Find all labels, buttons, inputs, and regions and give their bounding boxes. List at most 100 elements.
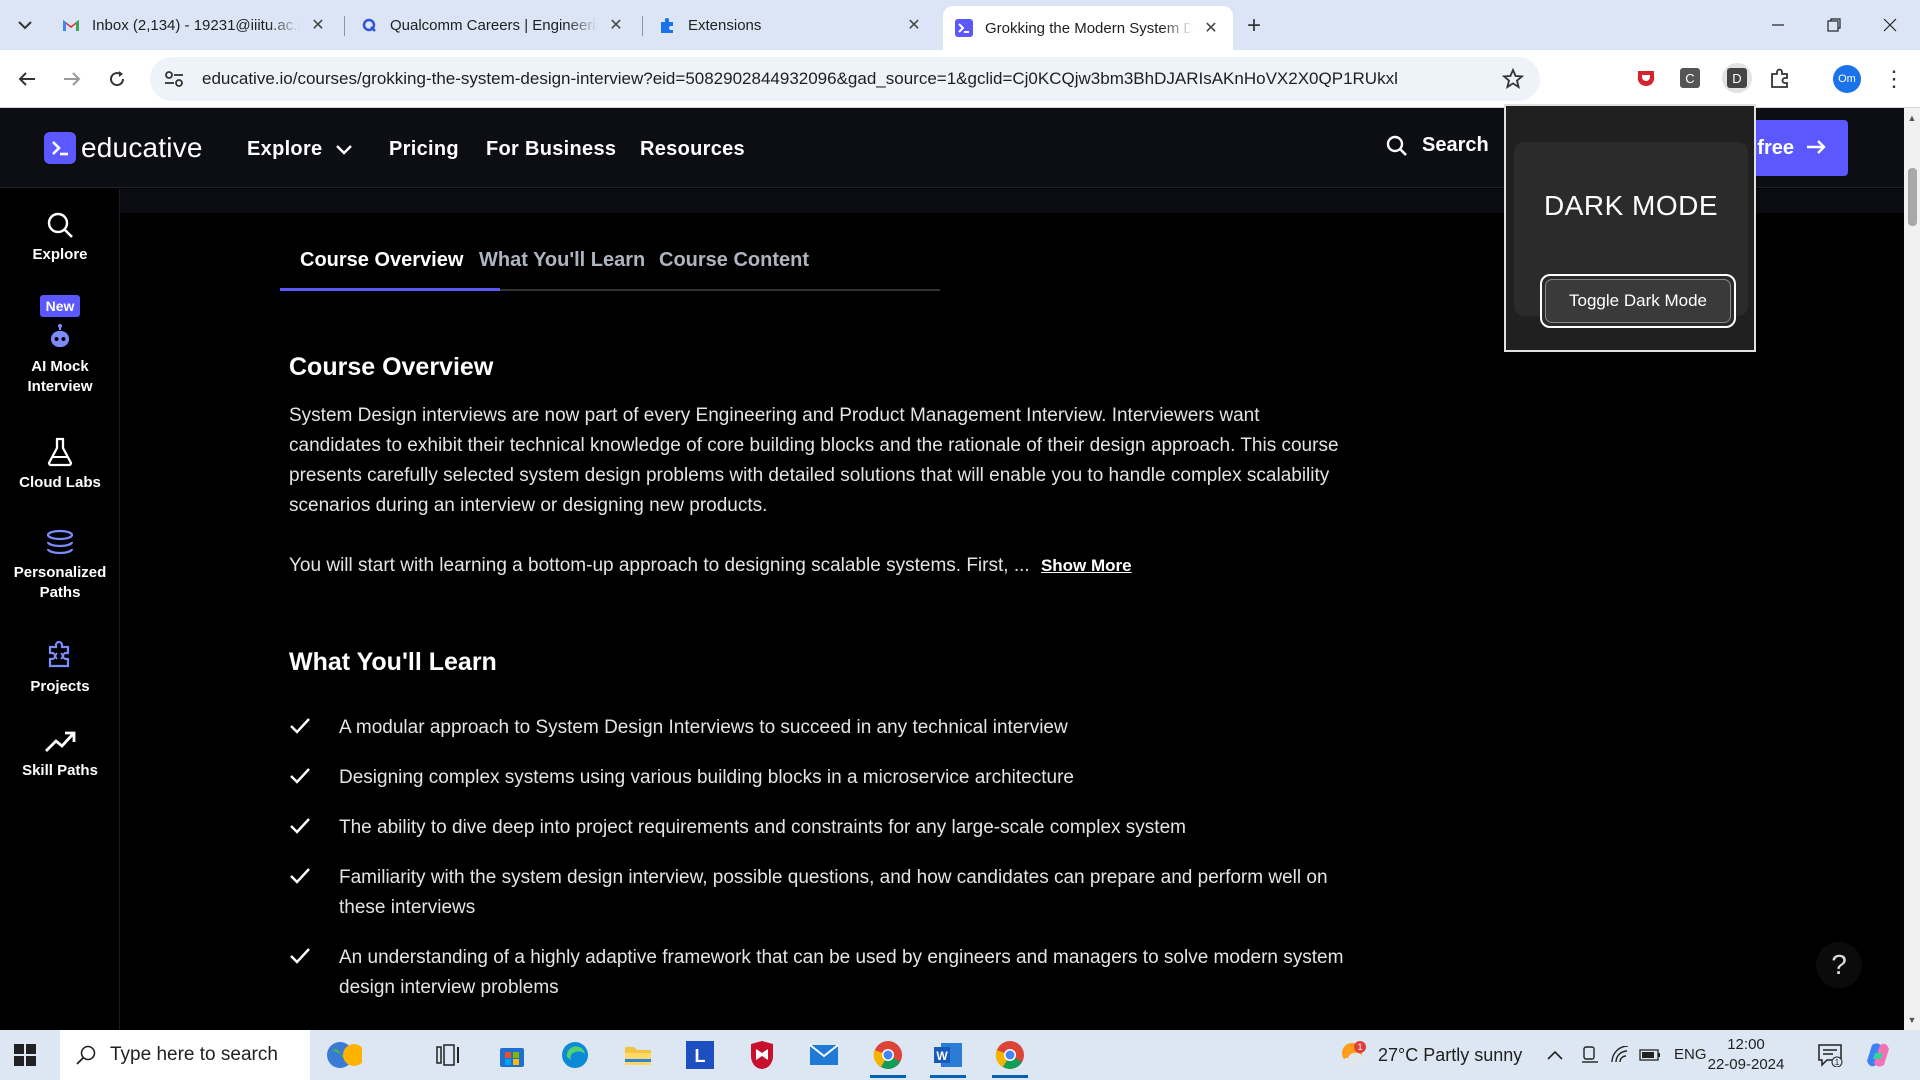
left-sidebar: Explore New AI Mock Interview Cloud Labs… bbox=[0, 189, 120, 1030]
browser-tab-educative[interactable]: Grokking the Modern System Design ✕ bbox=[943, 6, 1233, 50]
battery-icon[interactable] bbox=[1638, 1038, 1662, 1072]
minimize-button[interactable] bbox=[1758, 8, 1798, 42]
robot-icon bbox=[0, 323, 120, 351]
search-icon bbox=[0, 211, 120, 239]
svg-text:1: 1 bbox=[1357, 1042, 1362, 1052]
page-scrollbar[interactable]: ▲ ▼ bbox=[1904, 108, 1920, 1030]
tab-what-youll-learn[interactable]: What You'll Learn bbox=[479, 249, 645, 272]
taskbar-clock[interactable]: 12:00 22-09-2024 bbox=[1706, 1035, 1786, 1075]
list-item: A modular approach to System Design Inte… bbox=[289, 713, 1359, 743]
dark-mode-extension-popup: DARK MODE Toggle Dark Mode bbox=[1504, 104, 1756, 352]
mcafee-icon[interactable] bbox=[744, 1038, 780, 1072]
active-tab-indicator bbox=[280, 288, 500, 291]
d-extension-icon[interactable]: D bbox=[1722, 63, 1752, 93]
reload-button[interactable] bbox=[100, 62, 134, 96]
chrome-icon[interactable] bbox=[870, 1038, 906, 1078]
new-tab-button[interactable]: + bbox=[1240, 12, 1268, 40]
learn-list: A modular approach to System Design Inte… bbox=[289, 713, 1359, 1023]
learn-item-text: A modular approach to System Design Inte… bbox=[339, 717, 1068, 738]
sidebar-item-projects[interactable]: Projects bbox=[0, 639, 120, 697]
chrome-profile-icon[interactable] bbox=[992, 1038, 1028, 1078]
cta-label: free bbox=[1757, 136, 1794, 159]
learn-item-text: An understanding of a highly adaptive fr… bbox=[339, 947, 1344, 998]
forward-button[interactable] bbox=[55, 62, 89, 96]
weather-text[interactable]: 27°C Partly sunny bbox=[1378, 1045, 1522, 1066]
layers-icon bbox=[0, 529, 120, 557]
search-icon bbox=[1386, 135, 1408, 157]
sidebar-item-personalized-paths[interactable]: Personalized Paths bbox=[0, 529, 120, 603]
reload-icon bbox=[110, 71, 125, 87]
overview-paragraph-2-text: You will start with learning a bottom-up… bbox=[289, 555, 1030, 576]
edge-icon[interactable] bbox=[557, 1038, 593, 1072]
browser-toolbar: educative.io/courses/grokking-the-system… bbox=[0, 50, 1920, 108]
show-more-link[interactable]: Show More bbox=[1041, 556, 1132, 575]
browser-menu-icon[interactable]: ⋮ bbox=[1880, 65, 1908, 93]
overview-paragraph: System Design interviews are now part of… bbox=[289, 405, 1339, 516]
svg-text:1: 1 bbox=[1835, 1058, 1840, 1067]
c-extension-icon[interactable]: C bbox=[1677, 65, 1703, 91]
close-icon[interactable]: ✕ bbox=[904, 15, 924, 35]
site-settings-icon[interactable] bbox=[164, 70, 184, 88]
taskbar-search-placeholder: Type here to search bbox=[110, 1044, 278, 1065]
puzzle-icon bbox=[0, 639, 120, 671]
scroll-up-icon[interactable]: ▲ bbox=[1904, 110, 1920, 126]
bookmark-star-icon[interactable] bbox=[1501, 67, 1525, 95]
trend-icon bbox=[0, 729, 120, 755]
learn-item-text: The ability to dive deep into project re… bbox=[339, 817, 1186, 838]
restore-button[interactable] bbox=[1814, 8, 1854, 42]
sidebar-item-skill-paths[interactable]: Skill Paths bbox=[0, 729, 120, 781]
windows-start-button[interactable] bbox=[14, 1044, 36, 1071]
task-view-icon[interactable] bbox=[430, 1038, 466, 1072]
close-icon[interactable]: ✕ bbox=[1201, 18, 1221, 38]
puzzle-icon bbox=[658, 16, 676, 34]
meet-now-icon[interactable] bbox=[1578, 1038, 1602, 1072]
chevron-up-icon[interactable] bbox=[1543, 1038, 1567, 1072]
tab-course-content[interactable]: Course Content bbox=[659, 249, 809, 272]
news-weather-widget-icon[interactable] bbox=[326, 1038, 362, 1072]
language-indicator[interactable]: ENG bbox=[1674, 1046, 1707, 1063]
wifi-icon[interactable] bbox=[1608, 1038, 1632, 1072]
educative-logo[interactable]: educative bbox=[44, 132, 203, 164]
scrollbar-thumb[interactable] bbox=[1908, 168, 1917, 226]
back-button[interactable] bbox=[10, 62, 44, 96]
taskbar-search-box[interactable]: Type here to search bbox=[60, 1030, 310, 1080]
tab-title: Grokking the Modern System Design bbox=[985, 19, 1193, 37]
scroll-down-icon[interactable]: ▼ bbox=[1904, 1012, 1920, 1028]
word-icon[interactable]: W bbox=[930, 1038, 966, 1078]
sidebar-item-cloud-labs[interactable]: Cloud Labs bbox=[0, 437, 120, 493]
svg-text:C: C bbox=[1685, 71, 1694, 86]
profile-avatar[interactable]: Om bbox=[1833, 65, 1861, 93]
nav-search-label: Search bbox=[1422, 134, 1489, 156]
tab-course-overview[interactable]: Course Overview bbox=[300, 249, 463, 272]
address-bar[interactable]: educative.io/courses/grokking-the-system… bbox=[150, 57, 1540, 101]
nav-for-business[interactable]: For Business bbox=[486, 138, 616, 161]
nav-search[interactable]: Search bbox=[1386, 134, 1489, 157]
close-icon[interactable]: ✕ bbox=[308, 15, 328, 35]
sidebar-item-ai-mock-interview[interactable]: New AI Mock Interview bbox=[0, 295, 120, 397]
file-explorer-icon[interactable] bbox=[620, 1038, 656, 1072]
checkmark-icon bbox=[289, 943, 339, 1003]
nav-pricing[interactable]: Pricing bbox=[389, 138, 459, 161]
browser-tab-extensions[interactable]: Extensions ✕ bbox=[646, 7, 936, 43]
l-app-icon[interactable]: L bbox=[682, 1038, 718, 1072]
microsoft-store-icon[interactable] bbox=[494, 1038, 530, 1072]
close-icon[interactable]: ✕ bbox=[606, 15, 626, 35]
copilot-icon[interactable] bbox=[1860, 1038, 1896, 1072]
browser-tab-qualcomm[interactable]: Qualcomm Careers | Engineering ✕ bbox=[348, 7, 638, 43]
extensions-menu-icon[interactable] bbox=[1767, 65, 1793, 91]
toggle-dark-mode-button[interactable]: Toggle Dark Mode bbox=[1540, 274, 1736, 328]
close-window-button[interactable] bbox=[1870, 8, 1910, 42]
sidebar-item-explore[interactable]: Explore bbox=[0, 211, 120, 265]
chevron-down-icon bbox=[336, 144, 353, 155]
checkmark-icon bbox=[289, 713, 339, 743]
shield-extension-icon[interactable] bbox=[1633, 65, 1659, 91]
weather-icon[interactable]: 1 bbox=[1336, 1038, 1372, 1072]
new-badge: New bbox=[39, 295, 81, 317]
notification-center-icon[interactable]: 1 bbox=[1812, 1038, 1848, 1072]
nav-resources[interactable]: Resources bbox=[640, 138, 745, 161]
nav-explore[interactable]: Explore bbox=[247, 138, 353, 161]
help-button[interactable]: ? bbox=[1816, 942, 1862, 988]
tab-search-button[interactable] bbox=[11, 12, 39, 38]
mail-icon[interactable] bbox=[806, 1038, 842, 1072]
browser-tab-gmail[interactable]: Inbox (2,134) - 19231@iiitu.ac.in ✕ bbox=[50, 7, 340, 43]
